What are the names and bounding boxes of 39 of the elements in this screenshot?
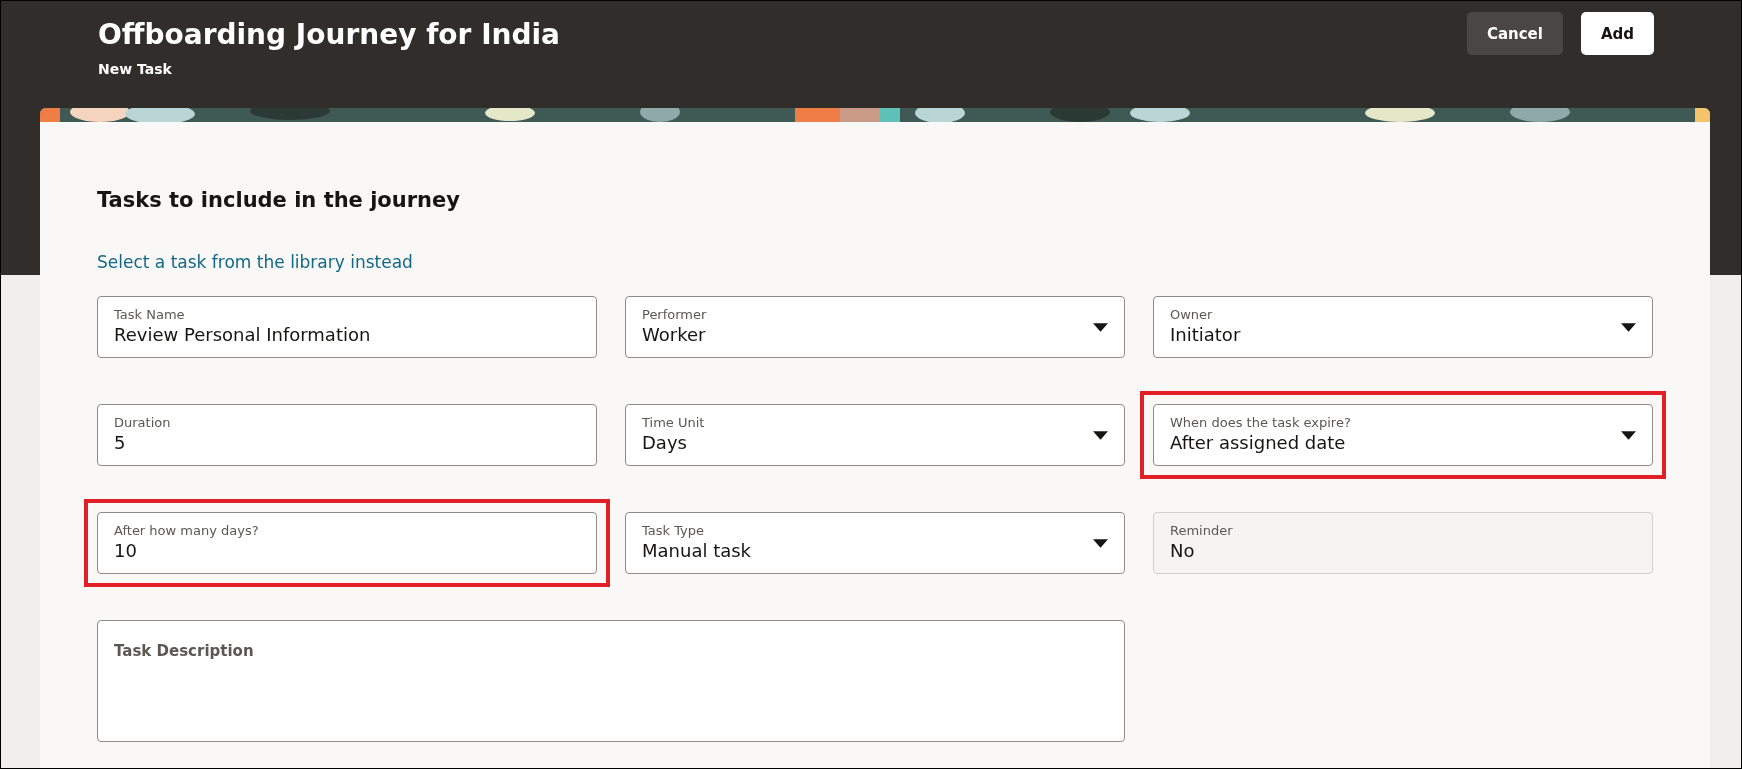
caret-icon — [1621, 322, 1636, 332]
field-value: After assigned date — [1170, 431, 1347, 455]
input-field[interactable]: Duration 5 — [97, 404, 597, 466]
field-label: Reminder — [1170, 523, 1233, 539]
field-label: Task Name — [114, 307, 186, 323]
field-label: Duration — [114, 415, 171, 431]
select-field[interactable]: When does the task expire? After assigned date — [1153, 404, 1653, 466]
section-heading: Tasks to include in the journey — [97, 187, 461, 214]
field-label: Time Unit — [642, 415, 705, 431]
library-link[interactable]: Select a task from the library instead — [97, 252, 413, 272]
field-value: No — [1170, 539, 1196, 563]
field-value: Days — [642, 431, 688, 455]
select-field[interactable]: Task Type Manual task — [625, 512, 1125, 574]
select-field[interactable]: Time Unit Days — [625, 404, 1125, 466]
field-label: Owner — [1170, 307, 1214, 323]
field-value: Worker — [642, 323, 707, 347]
field-value: Review Personal Information — [114, 323, 371, 347]
input-field[interactable]: Task Description — [97, 620, 1125, 742]
field-value: 5 — [114, 431, 127, 455]
cancel-button[interactable]: Cancel — [1466, 12, 1563, 55]
caret-icon — [1093, 538, 1108, 548]
field-value: 10 — [114, 539, 138, 563]
page-subtitle: New Task — [98, 61, 173, 77]
field-label: After how many days? — [114, 523, 259, 539]
field-label: Task Description — [114, 643, 254, 659]
field-value: Initiator — [1170, 323, 1241, 347]
select-field[interactable]: Performer Worker — [625, 296, 1125, 358]
caret-icon — [1093, 322, 1108, 332]
input-field[interactable]: Task Name Review Personal Information — [97, 296, 597, 358]
field-label: Performer — [642, 307, 707, 323]
caret-icon — [1621, 430, 1636, 440]
field-value: Manual task — [642, 539, 752, 563]
add-button[interactable]: Add — [1580, 12, 1654, 55]
field-label: Task Type — [642, 523, 706, 539]
caret-icon — [1093, 430, 1108, 440]
page-title: Offboarding Journey for India — [98, 17, 560, 53]
input-field[interactable]: After how many days? 10 — [97, 512, 597, 574]
select-field[interactable]: Owner Initiator — [1153, 296, 1653, 358]
field-label: When does the task expire? — [1170, 415, 1351, 431]
